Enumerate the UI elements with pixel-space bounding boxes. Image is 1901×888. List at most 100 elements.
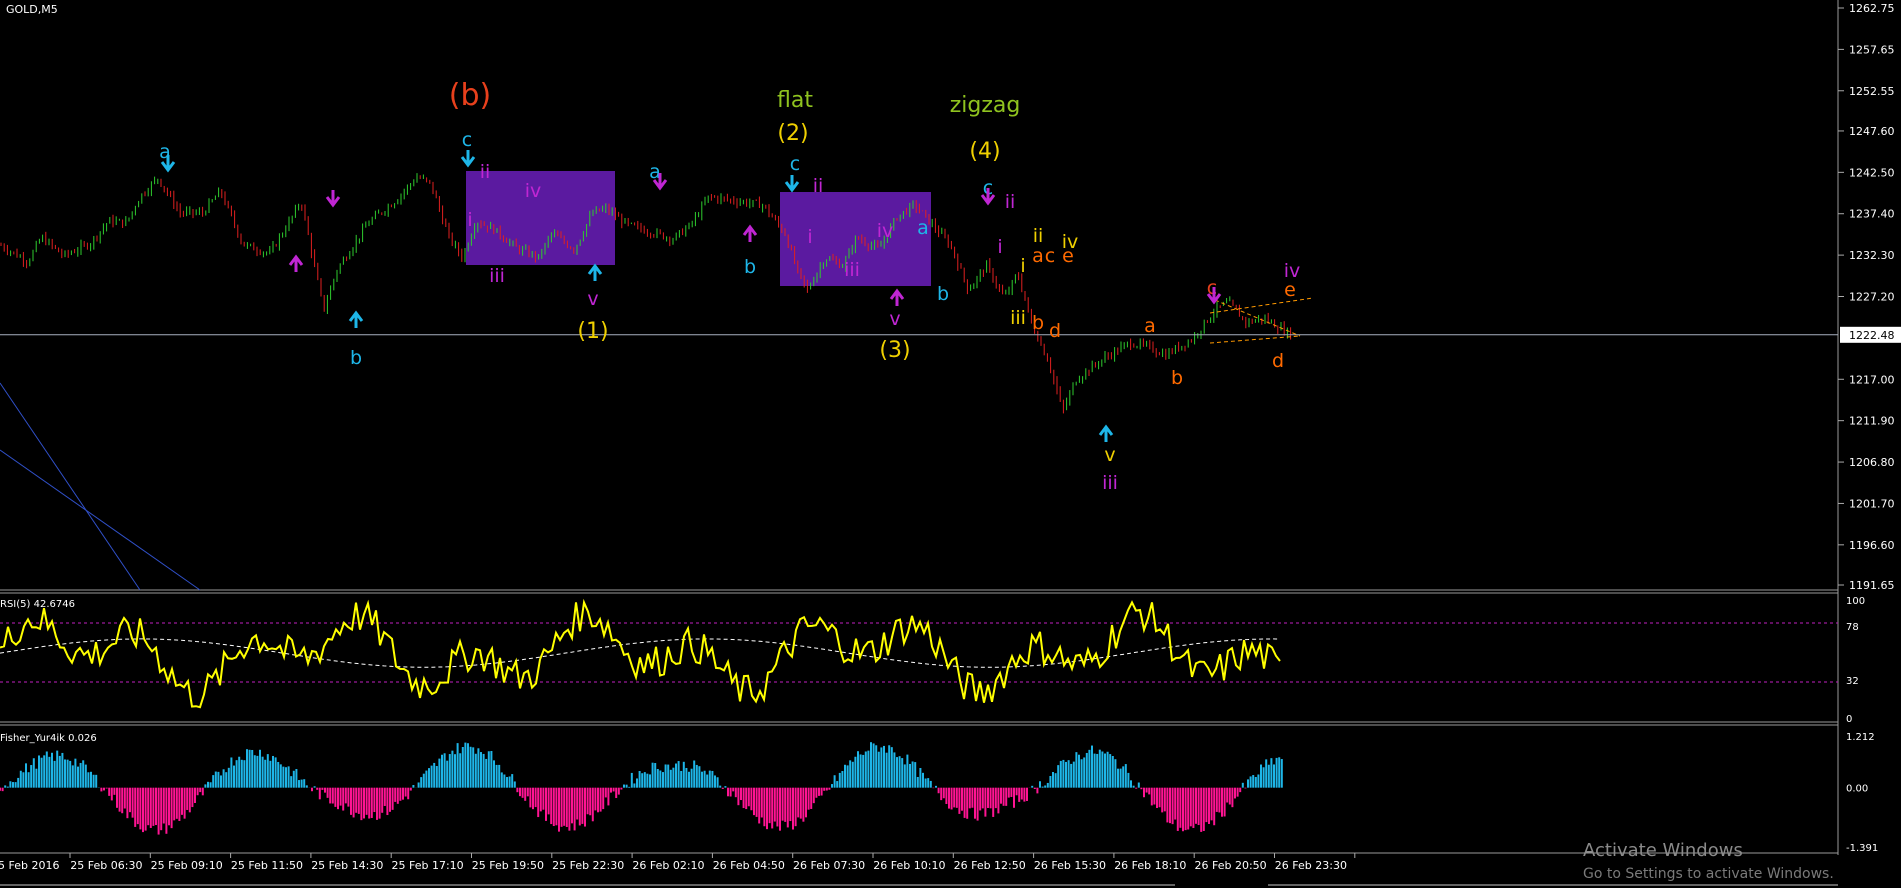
wave-label: a [1144,315,1156,337]
main-price-panel[interactable]: GOLD,M5 (b) flat(2)zigzag(4)(1)(3)abciiii… [0,2,1901,592]
wave-label: ii [813,175,824,197]
rsi-tick-label: 0 [1846,714,1852,725]
time-tick-label: 25 Feb 22:30 [552,859,624,872]
wave-arrow [288,254,304,272]
price-tick-label: 1217.00 [1849,373,1895,386]
rsi-line [0,598,1281,709]
wave-label: b [1032,312,1044,334]
wave-arrow [784,175,800,193]
time-axis: 5 Feb 2016 25 Feb 06:30 25 Feb 09:10 25 Feb… [0,853,1356,872]
wave-label: b [350,347,362,369]
wave-label: iv [525,180,542,202]
time-tick-label: 25 Feb 06:30 [70,859,142,872]
time-tick-label: 25 Feb 09:10 [151,859,223,872]
time-tick-label: 26 Feb 07:30 [793,859,865,872]
price-tick-label: 1237.40 [1849,208,1895,221]
rsi-axis: 100 78 32 0 [1846,596,1865,725]
wave-label: e [1284,279,1296,301]
wave-label: b [937,283,949,305]
time-tick-label: 25 Feb 19:50 [472,859,544,872]
rsi-title: RSI(5) 42.6746 [0,599,75,610]
price-tick-label: 1252.55 [1849,85,1895,98]
wave-label: iii [844,259,860,281]
wave-label: ii [1005,191,1016,213]
price-tick-label: 1247.60 [1849,125,1895,138]
time-tick-label: 26 Feb 04:50 [713,859,785,872]
panel-frames [0,0,1839,855]
wave-label: iv [877,220,894,242]
wave-arrow [348,310,364,328]
wave-label: a [1032,245,1044,267]
wave-label: v [587,288,598,310]
fisher-histogram [0,742,1283,835]
time-tick-label: 25 Feb 14:30 [311,859,383,872]
wave-heading: (b) [449,78,491,113]
wave-heading: zigzag [950,93,1021,118]
wave-arrow [1098,424,1114,442]
wave-label: a [917,217,929,239]
time-tick-label: 26 Feb 20:50 [1195,859,1267,872]
activate-windows-line2: Go to Settings to activate Windows. [1583,866,1834,882]
price-tick-label: 1262.75 [1849,2,1895,15]
wave-arrow [460,150,476,168]
wave-heading: flat [777,88,813,113]
price-tick-label: 1227.20 [1849,291,1895,304]
rsi-panel[interactable]: RSI(5) 42.6746 100 78 32 0 [0,596,1865,725]
activate-windows-line1: Activate Windows [1583,840,1743,861]
wave-label: i [807,226,812,248]
time-tick-label: 25 Feb 11:50 [231,859,303,872]
wave-label: v [889,308,900,330]
trend-line [0,449,201,591]
price-tick-label: 1242.50 [1849,166,1895,179]
rsi-tick-label: 32 [1846,676,1859,687]
price-tick-label: 1206.80 [1849,456,1895,469]
wave-label: d [1272,350,1284,372]
fisher-panel[interactable]: Fisher_Yur4ik 0.026 1.212 0.00 -1.391 [0,732,1878,854]
fisher-title: Fisher_Yur4ik 0.026 [0,733,97,744]
rsi-tick-label: 78 [1846,622,1859,633]
price-tick-label: 1196.60 [1849,539,1895,552]
time-tick-label: 26 Feb 12:50 [954,859,1026,872]
chart-window: GOLD,M5 (b) flat(2)zigzag(4)(1)(3)abciiii… [0,0,1901,886]
fisher-tick-label: 0.00 [1846,784,1868,795]
price-candles [0,173,1292,414]
wave-label: iii [1010,307,1026,329]
time-tick-label: 26 Feb 18:10 [1114,859,1186,872]
wave-arrow [587,263,603,281]
price-axis: 1262.75 1257.65 1252.55 1247.60 1242.50 1237.… [1838,2,1901,592]
price-tick-label: 1222.48 [1849,329,1895,342]
wave-heading: (4) [969,139,1000,164]
symbol-label: GOLD,M5 [6,3,58,16]
wave-arrow [889,288,905,306]
time-tick-label: 26 Feb 02:10 [632,859,704,872]
fisher-tick-label: 1.212 [1846,732,1875,743]
price-tick-label: 1191.65 [1849,579,1895,592]
wave-label: b [1171,367,1183,389]
time-tick-label: 26 Feb 15:30 [1034,859,1106,872]
rsi-tick-label: 100 [1846,596,1865,607]
wave-heading: (3) [879,338,910,363]
wave-label: v [1104,444,1115,466]
time-tick-label: 26 Feb 23:30 [1275,859,1347,872]
time-tick-label: 25 Feb 17:10 [392,859,464,872]
wave-label: iii [489,265,505,287]
wave-label: c [1045,245,1055,267]
wave-label: b [744,256,756,278]
time-tick-label: 26 Feb 10:10 [873,859,945,872]
wave-label: i [1020,255,1025,277]
price-tick-label: 1232.30 [1849,249,1895,262]
wave-label: c [462,129,472,151]
price-tick-label: 1257.65 [1849,43,1895,56]
time-tick-label: 5 Feb 2016 [0,859,59,872]
wave-label: i [997,236,1002,258]
price-tick-label: 1201.70 [1849,497,1895,510]
fisher-tick-label: -1.391 [1846,843,1878,854]
wave-label: c [790,153,800,175]
wave-label: e [1062,245,1074,267]
wave-label: iii [1102,472,1118,494]
fisher-axis: 1.212 0.00 -1.391 [1846,732,1878,854]
wave-heading: (1) [577,319,608,344]
wave-heading: (2) [777,121,808,146]
wave-label: i [467,209,472,231]
wave-label: iv [1284,260,1301,282]
